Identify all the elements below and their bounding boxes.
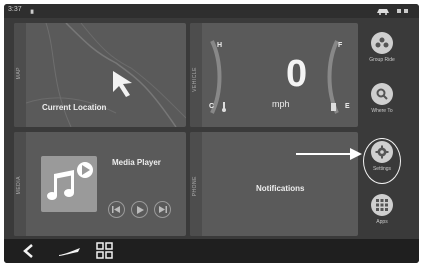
album-art	[41, 156, 97, 212]
gauge-cold-label: C	[209, 103, 215, 110]
previous-icon	[112, 206, 120, 213]
location-arrow-icon	[113, 71, 132, 97]
next-track-button[interactable]	[154, 201, 171, 218]
vehicle-side-label: VEHICLE	[192, 67, 198, 92]
gauge-hot-label: H	[217, 42, 223, 49]
temperature-icon	[222, 102, 226, 112]
status-time: 3:37	[8, 6, 22, 13]
settings-label: Settings	[372, 166, 392, 172]
where-to-button[interactable]: Where To	[362, 83, 402, 114]
speed-unit: mph	[272, 99, 290, 109]
previous-track-button[interactable]	[108, 201, 125, 218]
vehicle-side-bar: VEHICLE	[190, 23, 202, 127]
next-icon	[159, 206, 167, 213]
gauge-full-label: F	[338, 42, 343, 49]
search-icon	[371, 83, 393, 105]
apps-label: Apps	[376, 219, 388, 225]
navigation-bar	[4, 239, 419, 263]
app-screen: 3:37 ▗ MAP Current Location VEHICLE H C …	[4, 4, 419, 263]
where-to-label: Where To	[371, 108, 393, 114]
car-icon	[377, 9, 389, 15]
media-side-label: MEDIA	[16, 176, 22, 195]
group-ride-button[interactable]: Group Ride	[362, 32, 402, 63]
media-tile[interactable]: MEDIA Media Player	[14, 132, 186, 236]
pointer-arrow	[296, 148, 362, 160]
apps-button[interactable]: Apps	[362, 194, 402, 225]
map-side-label: MAP	[16, 67, 22, 80]
back-icon[interactable]	[22, 243, 34, 259]
phone-side-bar: PHONE	[190, 132, 202, 236]
group-ride-label: Group Ride	[369, 57, 395, 63]
music-note-icon	[47, 162, 93, 200]
home-icon[interactable]	[58, 245, 82, 257]
media-side-bar: MEDIA	[14, 132, 26, 236]
apps-grid-icon	[371, 194, 393, 216]
phone-side-label: PHONE	[192, 176, 198, 197]
grid-icon[interactable]	[96, 242, 114, 260]
speed-value: 0	[286, 53, 308, 95]
battery-icon	[397, 9, 408, 13]
play-button[interactable]	[131, 201, 148, 218]
play-icon	[136, 205, 144, 214]
gear-icon	[371, 141, 393, 163]
gauge-empty-label: E	[345, 103, 350, 110]
media-player-label: Media Player	[112, 158, 161, 167]
status-bar: 3:37 ▗	[4, 4, 419, 18]
signal-icon: ▗	[28, 7, 34, 14]
group-ride-icon	[371, 32, 393, 54]
map-tile[interactable]: MAP Current Location	[14, 23, 186, 127]
map-side-bar: MAP	[14, 23, 26, 127]
current-location-label: Current Location	[42, 103, 107, 112]
fuel-icon	[331, 103, 336, 111]
settings-button[interactable]: Settings	[362, 141, 402, 172]
notifications-label: Notifications	[256, 184, 305, 193]
